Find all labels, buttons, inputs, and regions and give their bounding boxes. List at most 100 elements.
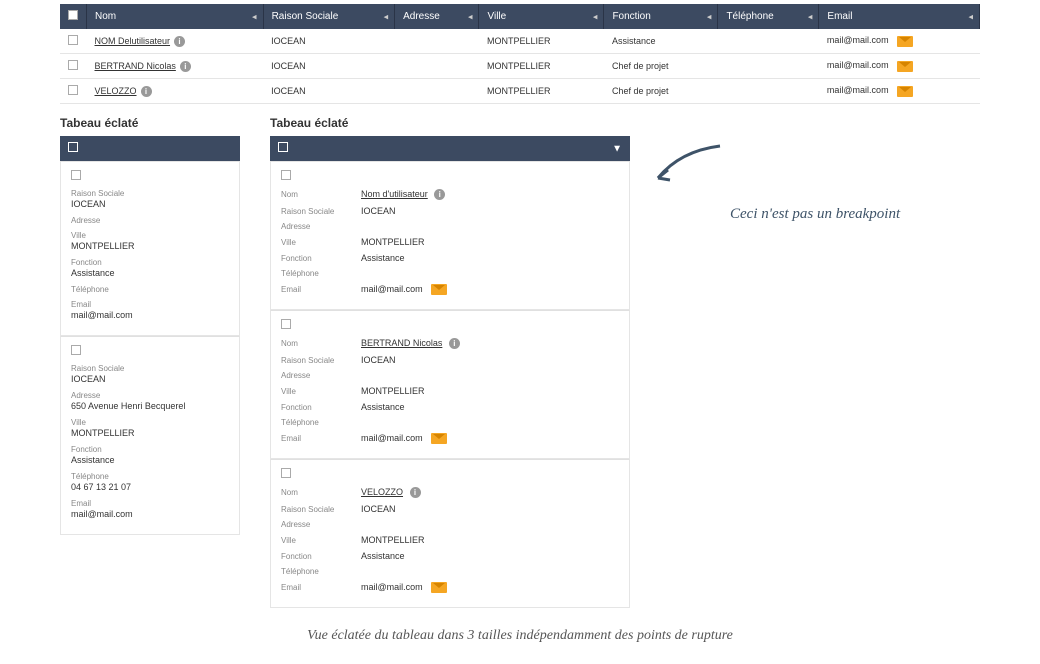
value-email: mail@mail.com bbox=[361, 433, 619, 444]
label-telephone: Téléphone bbox=[281, 269, 361, 278]
name-link[interactable]: BERTRAND Nicolas bbox=[361, 338, 442, 348]
cell-telephone bbox=[718, 79, 819, 104]
col-ville[interactable]: Ville◂ bbox=[479, 4, 604, 29]
mail-icon[interactable] bbox=[897, 86, 913, 97]
annotation-text: Ceci n'est pas un breakpoint bbox=[730, 206, 980, 223]
checkbox-icon[interactable] bbox=[71, 345, 81, 355]
label-raison: Raison Sociale bbox=[71, 364, 229, 373]
checkbox-icon[interactable] bbox=[68, 10, 78, 20]
label-ville: Ville bbox=[71, 418, 229, 427]
checkbox-icon[interactable] bbox=[71, 170, 81, 180]
value-email: mail@mail.com bbox=[71, 310, 133, 320]
checkbox-icon[interactable] bbox=[68, 35, 78, 45]
card: Raison SocialeIOCEANAdresse650 Avenue He… bbox=[60, 336, 240, 535]
value-ville: MONTPELLIER bbox=[361, 386, 619, 396]
checkbox-icon[interactable] bbox=[68, 60, 78, 70]
value-raison: IOCEAN bbox=[361, 355, 619, 365]
label-adresse: Adresse bbox=[71, 391, 229, 400]
label-adresse: Adresse bbox=[281, 520, 361, 529]
label-ville: Ville bbox=[281, 536, 361, 545]
label-telephone: Téléphone bbox=[71, 472, 229, 481]
col-raison[interactable]: Raison Sociale◂ bbox=[263, 4, 395, 29]
cell-nom: BERTRAND Nicolas i bbox=[87, 54, 264, 79]
mail-icon[interactable] bbox=[431, 284, 447, 295]
label-nom: Nom bbox=[281, 190, 361, 199]
col-adresse[interactable]: Adresse◂ bbox=[395, 4, 479, 29]
col-nom[interactable]: Nom◂ bbox=[87, 4, 264, 29]
info-icon[interactable]: i bbox=[180, 61, 191, 72]
col-email[interactable]: Email◂ bbox=[819, 4, 980, 29]
checkbox-icon[interactable] bbox=[281, 319, 291, 329]
mail-icon[interactable] bbox=[897, 36, 913, 47]
label-email: Email bbox=[281, 434, 361, 443]
info-icon[interactable]: i bbox=[141, 86, 152, 97]
card: NomVELOZZO i Raison SocialeIOCEANAdresse V… bbox=[270, 459, 630, 608]
label-telephone: Téléphone bbox=[281, 567, 361, 576]
data-table: Nom◂ Raison Sociale◂ Adresse◂ Ville◂ Fon… bbox=[60, 4, 980, 104]
mail-icon[interactable] bbox=[431, 582, 447, 593]
name-link[interactable]: Nom d'utilisateur bbox=[361, 189, 428, 199]
filter-icon[interactable]: ◂ bbox=[707, 11, 712, 22]
value-ville: MONTPELLIER bbox=[71, 428, 135, 438]
value-ville: MONTPELLIER bbox=[361, 535, 619, 545]
label-telephone: Téléphone bbox=[71, 285, 229, 294]
checkbox-icon[interactable] bbox=[281, 170, 291, 180]
label-ville: Ville bbox=[281, 238, 361, 247]
label-adresse: Adresse bbox=[281, 222, 361, 231]
cell-raison: IOCEAN bbox=[263, 29, 395, 54]
checkbox-icon[interactable] bbox=[281, 468, 291, 478]
cell-nom: VELOZZO i bbox=[87, 79, 264, 104]
value-raison: IOCEAN bbox=[361, 504, 619, 514]
info-icon[interactable]: i bbox=[434, 189, 445, 200]
name-link[interactable]: NOM Delutilisateur bbox=[95, 36, 171, 46]
label-nom: Nom bbox=[281, 488, 361, 497]
filter-icon[interactable]: ◂ bbox=[468, 11, 473, 22]
info-icon[interactable]: i bbox=[174, 36, 185, 47]
info-icon[interactable]: i bbox=[449, 338, 460, 349]
label-email: Email bbox=[71, 499, 229, 508]
cell-ville: MONTPELLIER bbox=[479, 79, 604, 104]
card: Raison SocialeIOCEANAdresseVilleMONTPELL… bbox=[60, 161, 240, 336]
filter-icon[interactable]: ◂ bbox=[252, 11, 257, 22]
header-checkbox-col[interactable] bbox=[60, 4, 87, 29]
table-row: NOM DelutilisateuriIOCEANMONTPELLIERAssi… bbox=[60, 29, 980, 54]
checkbox-icon[interactable] bbox=[68, 85, 78, 95]
card: NomBERTRAND Nicolas iRaison SocialeIOCEA… bbox=[270, 310, 630, 459]
mail-icon[interactable] bbox=[431, 433, 447, 444]
label-email: Email bbox=[281, 285, 361, 294]
col-fonction[interactable]: Fonction◂ bbox=[604, 4, 718, 29]
info-icon[interactable]: i bbox=[410, 487, 421, 498]
checkbox-icon[interactable] bbox=[278, 142, 288, 152]
col-telephone[interactable]: Téléphone◂ bbox=[718, 4, 819, 29]
value-raison: IOCEAN bbox=[71, 374, 106, 384]
filter-icon[interactable]: ◂ bbox=[808, 11, 813, 22]
value-email: mail@mail.com bbox=[71, 509, 133, 519]
mail-icon[interactable] bbox=[897, 61, 913, 72]
caption: Vue éclatée du tableau dans 3 tailles in… bbox=[60, 628, 980, 644]
filter-icon[interactable]: ◂ bbox=[384, 11, 389, 22]
name-link[interactable]: VELOZZO bbox=[361, 487, 403, 497]
label-raison: Raison Sociale bbox=[281, 505, 361, 514]
label-fonction: Fonction bbox=[71, 258, 229, 267]
value-raison: IOCEAN bbox=[361, 206, 619, 216]
dropdown-icon[interactable]: ▼ bbox=[612, 143, 622, 154]
value-fonction: Assistance bbox=[361, 253, 619, 263]
narrow-exploded-view: Tabeau éclaté Raison SocialeIOCEANAdress… bbox=[60, 116, 240, 535]
card-header: ▼ bbox=[270, 136, 630, 161]
value-fonction: Assistance bbox=[361, 402, 619, 412]
filter-icon[interactable]: ◂ bbox=[968, 11, 973, 22]
label-fonction: Fonction bbox=[71, 445, 229, 454]
label-fonction: Fonction bbox=[281, 552, 361, 561]
checkbox-icon[interactable] bbox=[68, 142, 78, 152]
name-link[interactable]: BERTRAND Nicolas bbox=[95, 61, 176, 71]
label-ville: Ville bbox=[71, 231, 229, 240]
value-fonction: Assistance bbox=[71, 455, 115, 465]
label-nom: Nom bbox=[281, 339, 361, 348]
value-ville: MONTPELLIER bbox=[71, 241, 135, 251]
label-email: Email bbox=[71, 300, 229, 309]
cell-telephone bbox=[718, 29, 819, 54]
name-link[interactable]: VELOZZO bbox=[95, 86, 137, 96]
value-raison: IOCEAN bbox=[71, 199, 106, 209]
filter-icon[interactable]: ◂ bbox=[593, 11, 598, 22]
cell-nom: NOM Delutilisateuri bbox=[87, 29, 264, 54]
